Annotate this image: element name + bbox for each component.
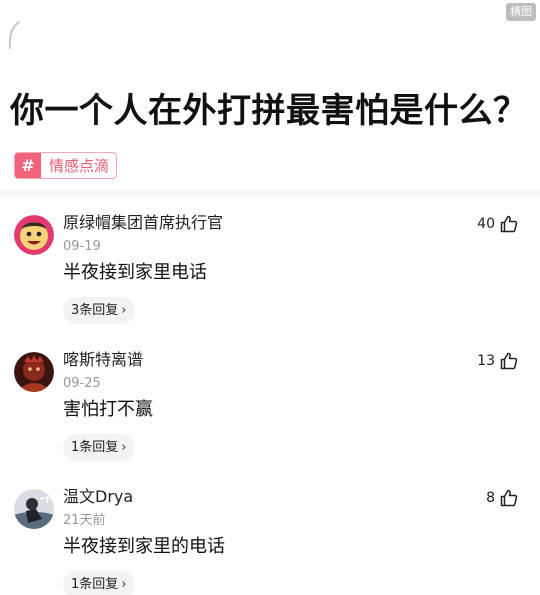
topic-tag-label: 情感点滴 bbox=[49, 157, 110, 175]
thumbs-up-icon bbox=[500, 352, 518, 370]
thumbs-up-icon bbox=[500, 215, 518, 233]
comment-text: 半夜接到家里电话 bbox=[63, 262, 207, 283]
topic-tag[interactable]: # 情感点滴 bbox=[14, 152, 118, 179]
avatar[interactable] bbox=[14, 215, 54, 255]
like-count: 40 bbox=[477, 216, 495, 232]
thumbs-up-icon bbox=[500, 489, 518, 507]
like-button[interactable]: 40 bbox=[477, 214, 518, 234]
like-count: 8 bbox=[486, 490, 495, 506]
cartoon-face-avatar-icon bbox=[14, 215, 54, 255]
question-title: 你一个人在外打拼最害怕是什么？ bbox=[10, 91, 528, 131]
replies-label: 1条回复 bbox=[71, 440, 119, 455]
curl-mark-icon bbox=[8, 21, 20, 49]
replies-button[interactable]: 3条回复 › bbox=[63, 297, 136, 324]
like-count: 13 bbox=[477, 353, 495, 369]
comment-item: 原绿帽集团首席执行官 09-19 半夜接到家里电话 3条回复 › 40 bbox=[0, 208, 540, 345]
replies-button[interactable]: 1条回复 › bbox=[63, 571, 136, 595]
section-divider bbox=[0, 190, 540, 197]
comment-date: 09-25 bbox=[63, 376, 101, 391]
like-button[interactable]: 8 bbox=[486, 488, 518, 508]
avatar[interactable] bbox=[14, 489, 54, 529]
comment-date: 21天前 bbox=[63, 513, 106, 528]
avatar[interactable] bbox=[14, 352, 54, 392]
comment-date: 09-19 bbox=[63, 239, 101, 254]
question-page: 横图 你一个人在外打拼最害怕是什么？ # 情感点滴 原绿帽集团首席执行官 09-… bbox=[0, 0, 540, 595]
replies-button[interactable]: 1条回复 › bbox=[63, 434, 136, 461]
comment-text: 害怕打不赢 bbox=[63, 399, 153, 420]
comment-username[interactable]: 喀斯特离谱 bbox=[63, 349, 143, 371]
sketch-figure-avatar-icon bbox=[14, 489, 54, 529]
replies-label: 1条回复 bbox=[71, 577, 119, 592]
comment-item: 温文Drya 21天前 半夜接到家里的电话 1条回复 › 8 bbox=[0, 482, 540, 595]
like-button[interactable]: 13 bbox=[477, 351, 518, 371]
chevron-right-icon: › bbox=[121, 577, 127, 592]
replies-label: 3条回复 bbox=[71, 303, 119, 318]
comment-username[interactable]: 原绿帽集团首席执行官 bbox=[63, 212, 223, 234]
watermark-badge: 横图 bbox=[506, 3, 536, 21]
comment-text: 半夜接到家里的电话 bbox=[63, 536, 225, 557]
comment-username[interactable]: 温文Drya bbox=[63, 486, 133, 508]
comment-item: 喀斯特离谱 09-25 害怕打不赢 1条回复 › 13 bbox=[0, 345, 540, 482]
chevron-right-icon: › bbox=[121, 440, 127, 455]
hash-icon: # bbox=[15, 153, 41, 178]
chevron-right-icon: › bbox=[121, 303, 127, 318]
dark-red-character-avatar-icon bbox=[14, 352, 54, 392]
